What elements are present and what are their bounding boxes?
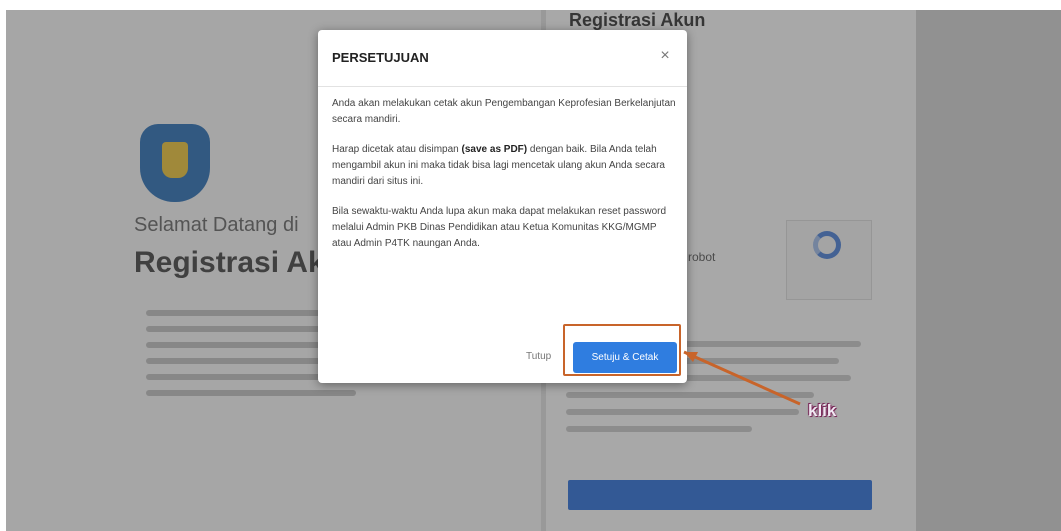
annotation-arrow-icon (683, 350, 801, 406)
klik-annotation-label: klik (808, 401, 837, 420)
